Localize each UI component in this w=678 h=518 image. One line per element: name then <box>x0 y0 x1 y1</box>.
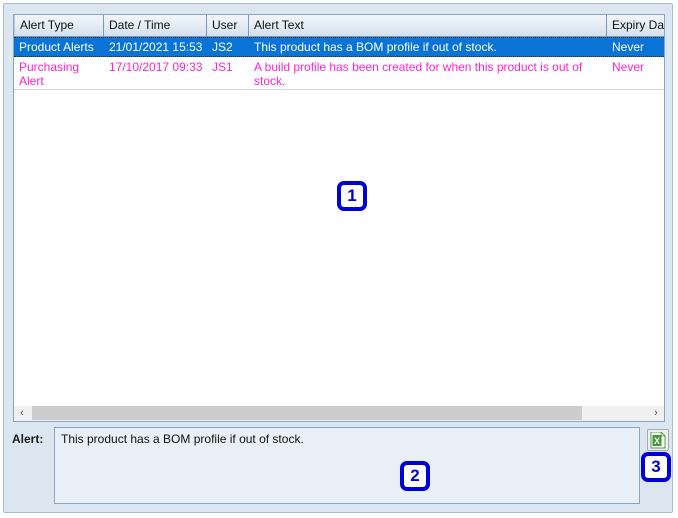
column-header-expiry-date[interactable]: Expiry Date <box>607 15 665 36</box>
annotation-badge-1: 1 <box>337 181 367 211</box>
scroll-right-arrow-icon[interactable]: › <box>648 406 664 420</box>
cell-text: JS1 <box>212 60 233 74</box>
scroll-left-arrow-icon[interactable]: ‹ <box>14 406 30 420</box>
cell-user: JS1 <box>207 58 249 90</box>
cell-alert-text: A build profile has been created for whe… <box>249 58 594 90</box>
alerts-grid[interactable]: Alert Type Date / Time User Alert Text E… <box>13 14 665 422</box>
grid-body: Product Alerts 21/01/2021 15:53 JS2 This… <box>14 37 664 421</box>
cell-user: JS2 <box>207 38 249 58</box>
column-header-alert-type[interactable]: Alert Type <box>14 15 104 36</box>
cell-text: Purchasing Alert <box>19 60 79 88</box>
cell-text: A build profile has been created for whe… <box>254 60 582 88</box>
column-header-date-time[interactable]: Date / Time <box>104 15 207 36</box>
cell-expiry-date: Never <box>607 58 665 90</box>
column-header-label: Date / Time <box>109 18 170 32</box>
alert-field-label: Alert: <box>12 432 43 446</box>
column-header-label: Alert Text <box>254 18 304 32</box>
cell-date-time: 21/01/2021 15:53 <box>104 38 207 58</box>
cell-text: 17/10/2017 09:33 <box>109 60 202 74</box>
cell-text: Never <box>612 60 644 74</box>
cell-text: JS2 <box>212 40 233 54</box>
annotation-badge-3: 3 <box>641 452 671 482</box>
column-header-label: User <box>212 18 237 32</box>
excel-export-icon: X <box>648 432 668 449</box>
excel-export-button[interactable]: X <box>647 429 669 451</box>
cell-date-time: 17/10/2017 09:33 <box>104 58 207 90</box>
scrollbar-thumb[interactable] <box>32 406 582 420</box>
svg-text:X: X <box>654 436 660 446</box>
cell-text: 21/01/2021 15:53 <box>109 40 202 54</box>
cell-text: Never <box>612 40 644 54</box>
cell-alert-type: Product Alerts <box>14 38 104 58</box>
column-header-alert-text[interactable]: Alert Text <box>249 15 607 36</box>
grid-header-row: Alert Type Date / Time User Alert Text E… <box>14 15 664 37</box>
cell-alert-type: Purchasing Alert <box>14 58 104 90</box>
column-header-label: Expiry Date <box>612 18 665 32</box>
alerts-panel: Alert Type Date / Time User Alert Text E… <box>3 3 673 513</box>
alert-text-field[interactable] <box>54 427 640 504</box>
column-header-label: Alert Type <box>20 18 74 32</box>
column-header-user[interactable]: User <box>207 15 249 36</box>
table-row[interactable]: Product Alerts 21/01/2021 15:53 JS2 This… <box>14 37 664 57</box>
table-row[interactable]: Purchasing Alert 17/10/2017 09:33 JS1 A … <box>14 58 664 90</box>
cell-text: Product Alerts <box>19 40 94 54</box>
cell-alert-text: This product has a BOM profile if out of… <box>249 38 607 58</box>
annotation-badge-2: 2 <box>400 461 430 491</box>
cell-expiry-date: Never <box>607 38 665 58</box>
cell-text: This product has a BOM profile if out of… <box>254 40 497 54</box>
grid-horizontal-scrollbar[interactable]: ‹ › <box>13 406 665 422</box>
